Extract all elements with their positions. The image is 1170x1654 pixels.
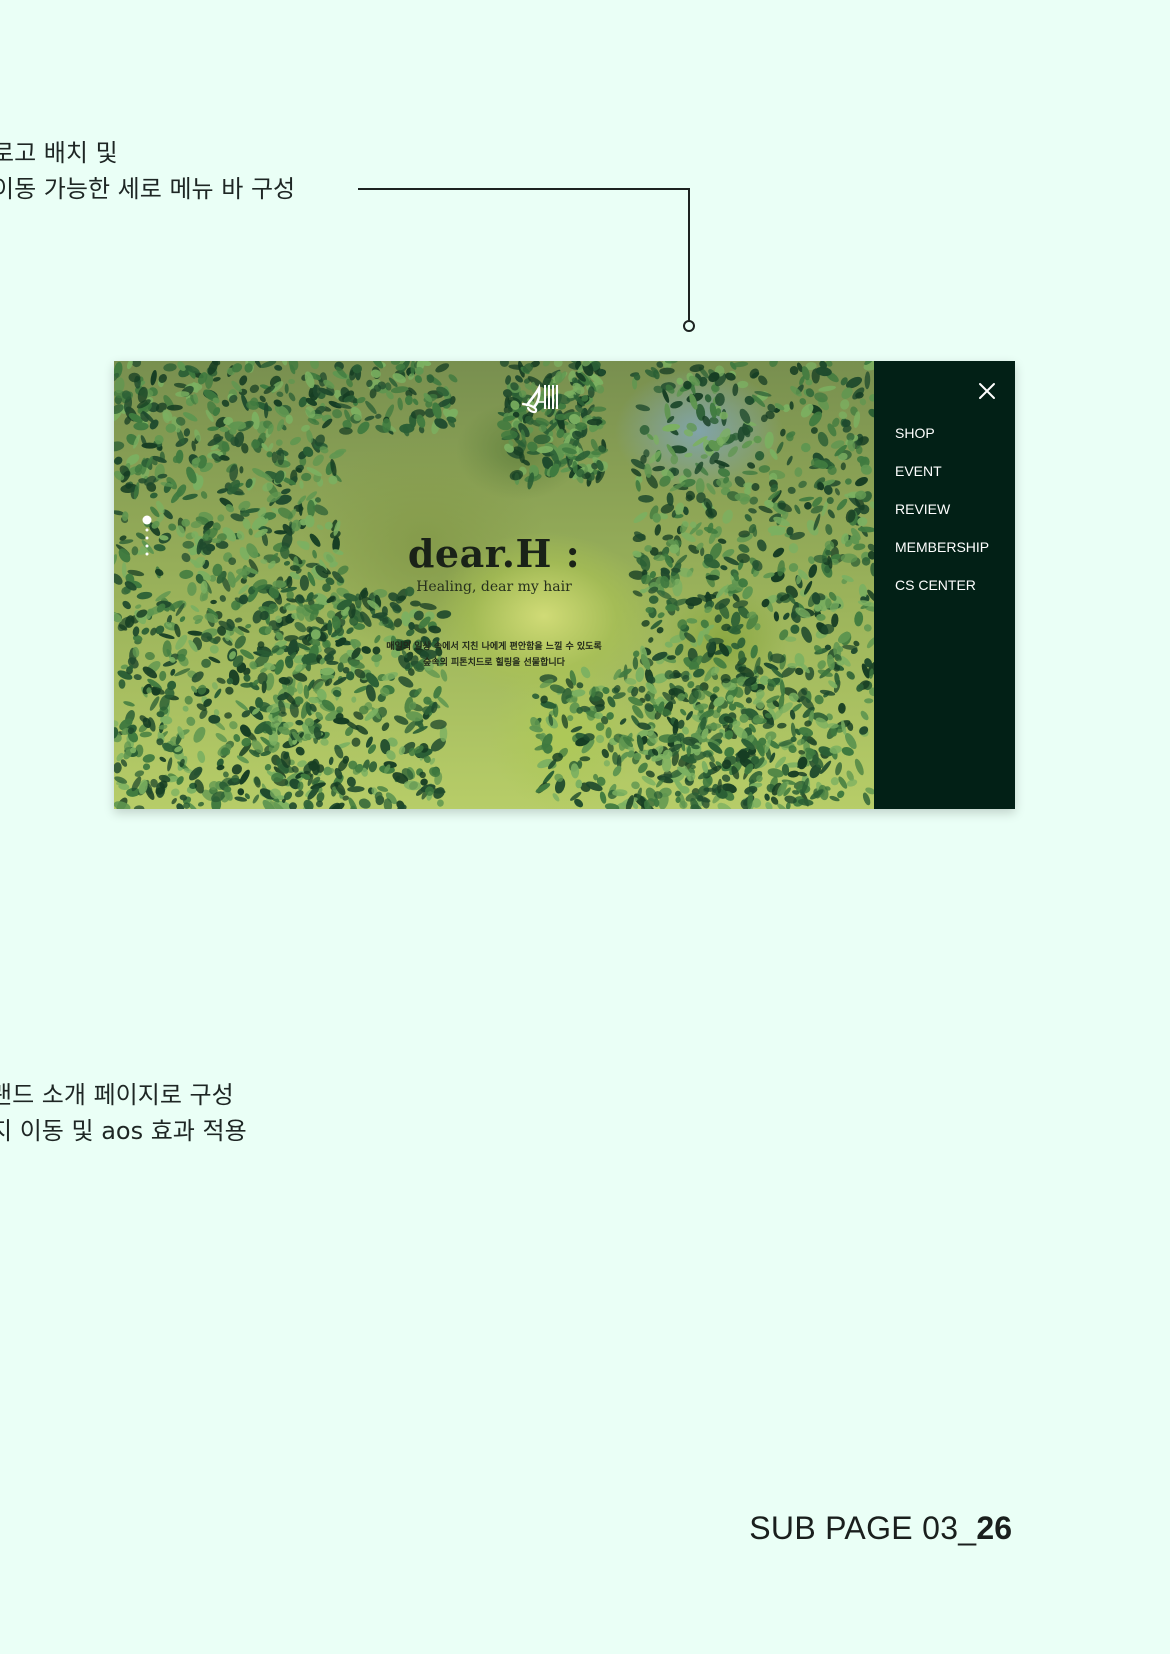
brand-copy-line-2: 숲속의 피톤치드로 힐링을 선물합니다: [423, 658, 565, 668]
menu-item-cs-center[interactable]: CS CENTER: [895, 575, 1013, 613]
brand-title: dear.H :: [407, 531, 581, 576]
close-icon[interactable]: [977, 381, 997, 401]
bottom-annotation-line-2: 지 이동 및 aos 효과 적용: [0, 1117, 247, 1145]
bottom-annotation: 랜드 소개 페이지로 구성 지 이동 및 aos 효과 적용: [0, 1077, 247, 1149]
vertical-side-menu: SHOP EVENT REVIEW MEMBERSHIP CS CENTER: [874, 361, 1015, 809]
page-prefix: SUB PAGE 03_: [749, 1510, 977, 1546]
menu-item-shop[interactable]: SHOP: [895, 423, 1013, 461]
dear-logo-icon: [521, 383, 558, 414]
bottom-annotation-line-1: 랜드 소개 페이지로 구성: [0, 1081, 234, 1109]
page-number: 26: [976, 1510, 1012, 1546]
side-menu-list: SHOP EVENT REVIEW MEMBERSHIP CS CENTER: [895, 423, 1013, 613]
brand-tagline: Healing, dear my hair: [416, 579, 572, 595]
brand-copy-line-1: 매일의 일상 속에서 지친 나에게 편안함을 느낄 수 있도록: [386, 642, 602, 652]
hero-panel: dear.H : Healing, dear my hair 매일의 일상 속에…: [114, 361, 874, 809]
brand-copy: 매일의 일상 속에서 지친 나에게 편안함을 느낄 수 있도록 숲속의 피톤치드…: [114, 639, 874, 671]
top-annotation: 로고 배치 및 이동 가능한 세로 메뉴 바 구성: [0, 135, 295, 207]
top-annotation-line-2: 이동 가능한 세로 메뉴 바 구성: [0, 175, 296, 203]
menu-item-membership[interactable]: MEMBERSHIP: [895, 537, 1013, 575]
annotation-connector-vertical: [688, 188, 690, 321]
menu-item-event[interactable]: EVENT: [895, 461, 1013, 499]
annotation-connector-horizontal: [358, 188, 690, 190]
annotation-connector-dot: [683, 320, 695, 332]
menu-item-review[interactable]: REVIEW: [895, 499, 1013, 537]
page-number-label: SUB PAGE 03_26: [749, 1508, 1012, 1548]
top-annotation-line-1: 로고 배치 및: [0, 139, 118, 167]
website-mockup: dear.H : Healing, dear my hair 매일의 일상 속에…: [114, 361, 1015, 809]
dot-nav-active[interactable]: [142, 515, 152, 525]
